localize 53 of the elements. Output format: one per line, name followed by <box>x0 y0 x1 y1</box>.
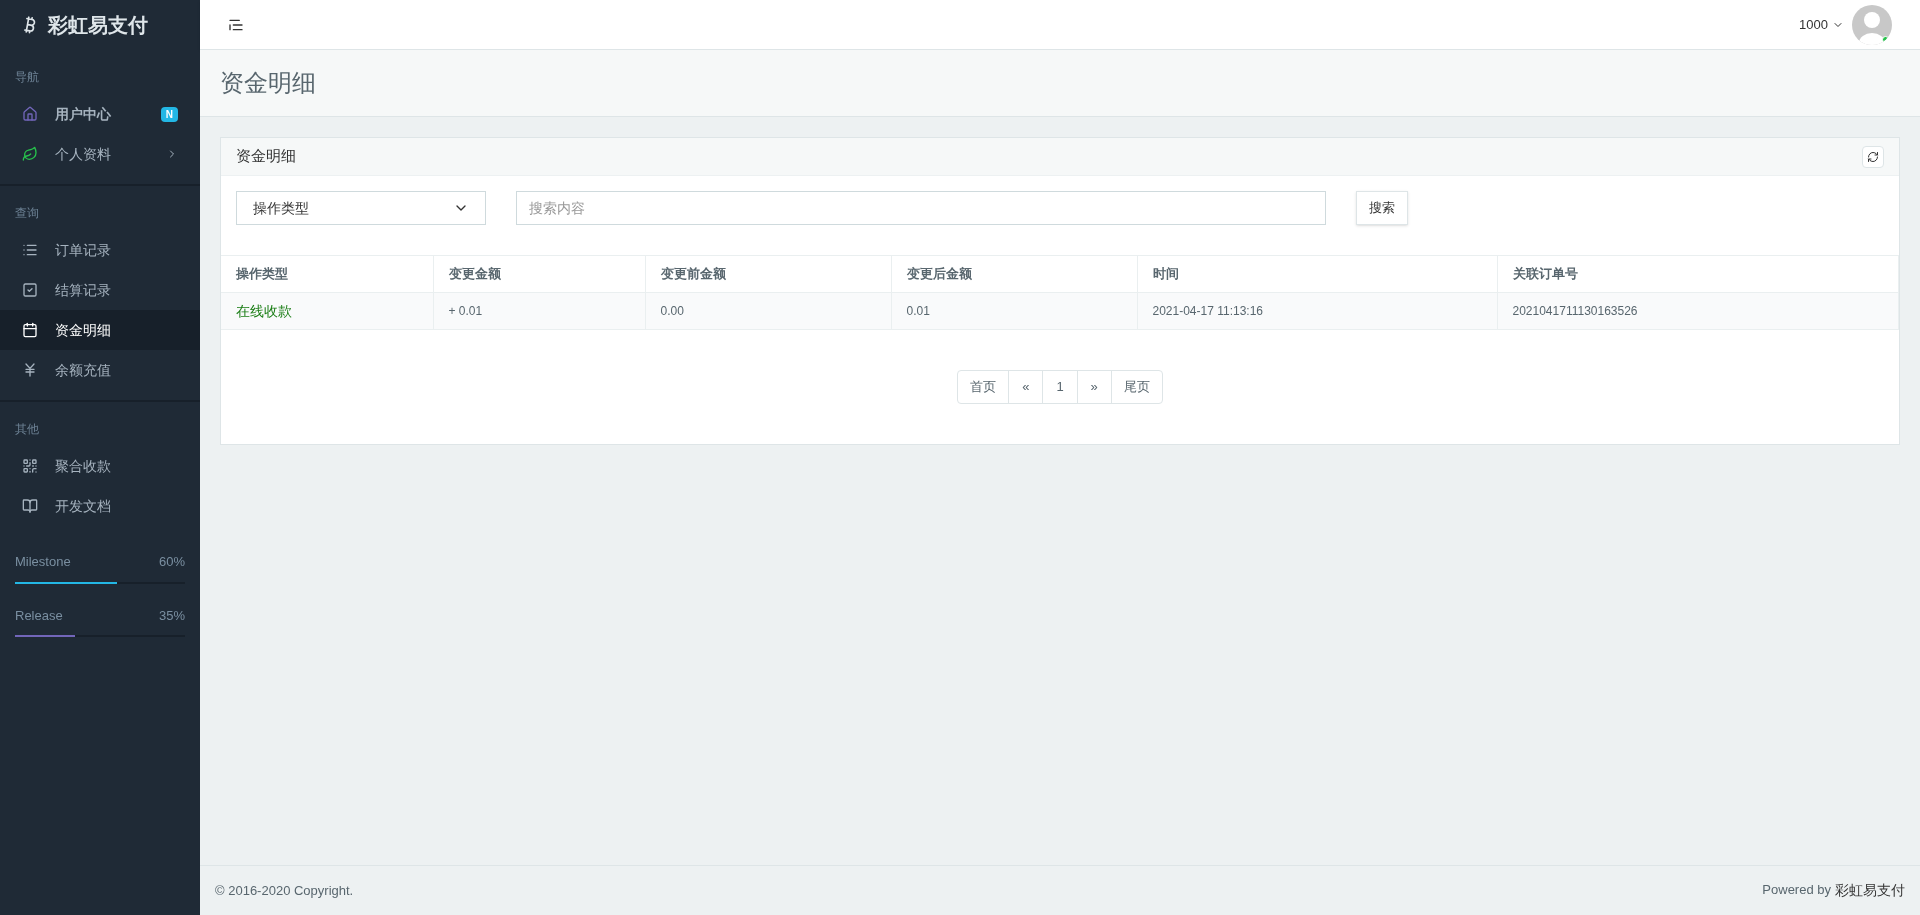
table-cell: 2021041711130163526 <box>1497 292 1899 330</box>
type-select[interactable]: 操作类型 <box>236 191 486 225</box>
nav-item[interactable]: 个人资料 <box>0 134 200 174</box>
nav-section-title: 查询 <box>15 206 39 220</box>
table-cell: 在线收款 <box>221 292 433 330</box>
nav-item[interactable]: 余额充值 <box>0 350 200 390</box>
refresh-button[interactable] <box>1862 145 1884 168</box>
list-icon <box>22 242 38 258</box>
nav-item[interactable]: 聚合收款 <box>0 446 200 486</box>
nav-item[interactable]: 用户中心 N <box>0 94 200 134</box>
table-cell: 0.01 <box>891 292 1137 330</box>
book-icon <box>22 498 38 514</box>
nav-section-title: 其他 <box>15 422 39 436</box>
pagination-link[interactable]: 首页 <box>958 371 1009 403</box>
powered-by-brand[interactable]: 彩虹易支付 <box>1835 880 1905 901</box>
home-icon <box>22 106 38 122</box>
table-cell: + 0.01 <box>433 292 645 330</box>
column-header: 变更后金额 <box>891 255 1137 293</box>
column-header: 操作类型 <box>221 255 433 293</box>
column-header: 关联订单号 <box>1497 255 1899 293</box>
column-header: 时间 <box>1137 255 1497 293</box>
progress-reading: 60% <box>158 553 185 571</box>
progress-reading: 35% <box>158 606 185 625</box>
copyright-text: © 2016-2020 Copyright. <box>215 881 354 900</box>
yen-icon <box>22 362 38 378</box>
page-title: 资金明细 <box>220 68 316 98</box>
panel-title: 资金明细 <box>236 146 296 167</box>
search-button[interactable]: 搜索 <box>1356 191 1408 225</box>
nav-item[interactable]: 结算记录 <box>0 270 200 310</box>
column-header: 变更前金额 <box>645 255 891 293</box>
brand-logo[interactable]: 彩虹易支付 <box>48 10 148 40</box>
nav-item[interactable]: 资金明细 <box>0 310 200 350</box>
table-cell: 0.00 <box>645 292 891 330</box>
nav-item[interactable]: 开发文档 <box>0 486 200 526</box>
pagination-link[interactable]: 1 <box>1042 371 1077 403</box>
nav-badge: N <box>160 106 178 122</box>
nav-item[interactable]: 订单记录 <box>0 230 200 270</box>
column-header: 变更金额 <box>433 255 645 293</box>
pagination-link[interactable]: « <box>1008 371 1043 403</box>
calendar-icon <box>22 322 38 338</box>
qr-code-icon <box>22 458 38 474</box>
progress-label: Release <box>15 606 63 625</box>
powered-by-text: Powered by <box>1762 881 1831 899</box>
checkbox-icon <box>22 282 38 298</box>
search-field[interactable]: 搜索内容 <box>516 191 1326 225</box>
pagination-link[interactable]: » <box>1076 371 1111 403</box>
refresh-icon <box>1867 150 1879 163</box>
user-menu[interactable]: 1000 <box>1799 14 1844 35</box>
table-cell: 2021-04-17 11:13:16 <box>1137 292 1497 330</box>
leaf-icon <box>22 146 38 162</box>
progress-label: Milestone <box>15 553 71 571</box>
pagination-link[interactable]: 尾页 <box>1110 371 1162 403</box>
nav-section-title: 导航 <box>15 70 39 84</box>
